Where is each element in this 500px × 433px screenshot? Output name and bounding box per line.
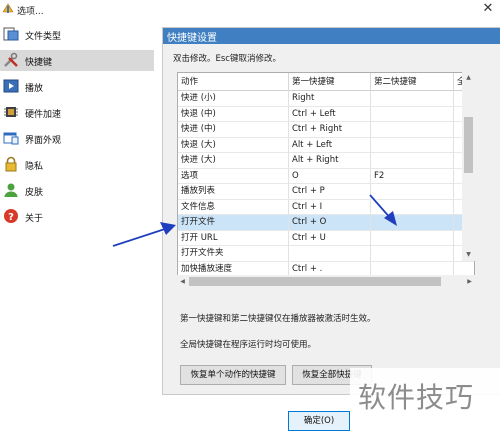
sidebar-item-label: 播放	[25, 84, 44, 94]
chip-icon	[3, 104, 19, 120]
sidebar-item-skin[interactable]: 皮肤	[0, 180, 154, 201]
primary-shortcut-cell[interactable]: Ctrl + P	[289, 184, 371, 199]
secondary-shortcut-cell[interactable]	[371, 199, 454, 215]
sidebar-item-file-types[interactable]: 文件类型	[0, 24, 154, 45]
column-header-primary[interactable]: 第一快捷键	[289, 73, 371, 91]
panel-header: 快捷键设置	[163, 28, 500, 44]
primary-shortcut-cell[interactable]: Ctrl + I	[289, 199, 371, 215]
panel-title: 快捷键设置	[167, 33, 217, 44]
table-row[interactable]: 文件信息 Ctrl + I	[178, 199, 474, 215]
column-header-secondary[interactable]: 第二快捷键	[371, 73, 454, 91]
sidebar-item-label: 隐私	[25, 162, 44, 172]
primary-shortcut-cell[interactable]: Alt + Left	[289, 137, 371, 153]
action-cell[interactable]: 打开文件夹	[178, 246, 289, 261]
table-row[interactable]: 打开 URL Ctrl + U	[178, 230, 474, 246]
sidebar-item-about[interactable]: ? 关于	[0, 206, 154, 227]
secondary-shortcut-cell[interactable]	[371, 246, 454, 261]
sidebar-item-label: 界面外观	[25, 136, 62, 146]
user-skin-icon	[3, 182, 19, 198]
scroll-right-icon[interactable]: ▶	[463, 275, 476, 288]
sidebar-item-play[interactable]: 播放	[0, 76, 154, 97]
secondary-shortcut-cell[interactable]	[371, 137, 454, 153]
scroll-up-icon[interactable]: ▲	[462, 71, 475, 84]
action-cell[interactable]: 加快播放速度	[178, 261, 289, 275]
action-cell[interactable]: 选项	[178, 168, 289, 184]
secondary-shortcut-cell[interactable]	[371, 122, 454, 137]
scroll-thumb[interactable]	[189, 277, 441, 286]
action-cell[interactable]: 快进 (小)	[178, 91, 289, 106]
table-row[interactable]: 快退 (中) Ctrl + Left	[178, 106, 474, 122]
secondary-shortcut-cell[interactable]	[371, 184, 454, 199]
primary-shortcut-cell[interactable]: O	[289, 168, 371, 184]
sidebar-item-label: 文件类型	[25, 32, 62, 42]
scroll-down-icon[interactable]: ▼	[462, 248, 475, 261]
scroll-thumb[interactable]	[464, 117, 473, 173]
action-cell[interactable]: 快进 (中)	[178, 122, 289, 137]
help-icon: ?	[3, 208, 19, 224]
secondary-shortcut-cell[interactable]	[371, 106, 454, 122]
window-appearance-icon	[3, 130, 19, 146]
table-row[interactable]: 快进 (大) Alt + Right	[178, 153, 474, 169]
scroll-left-icon[interactable]: ◀	[176, 275, 189, 288]
sidebar-item-appearance[interactable]: 界面外观	[0, 128, 154, 149]
app-icon	[2, 2, 14, 14]
sidebar-item-hardware-acceleration[interactable]: 硬件加速	[0, 102, 154, 123]
sidebar-item-privacy[interactable]: 隐私	[0, 154, 154, 175]
secondary-shortcut-cell[interactable]	[371, 91, 454, 106]
table-row[interactable]: 打开文件夹	[178, 246, 474, 262]
secondary-shortcut-cell[interactable]	[371, 230, 454, 246]
action-cell[interactable]: 打开 URL	[178, 230, 289, 246]
table-row[interactable]: 播放列表 Ctrl + P	[178, 184, 474, 200]
secondary-shortcut-cell[interactable]	[371, 215, 454, 230]
window-title: 选项...	[17, 7, 44, 17]
action-cell[interactable]: 快退 (中)	[178, 106, 289, 122]
table-row[interactable]: 打开文件 Ctrl + O	[178, 215, 474, 231]
action-cell[interactable]: 文件信息	[178, 199, 289, 215]
column-header-action[interactable]: 动作	[178, 73, 289, 91]
secondary-shortcut-cell[interactable]	[371, 153, 454, 168]
sidebar-item-label: 硬件加速	[25, 110, 62, 120]
vertical-scrollbar[interactable]: ▲ ▼	[462, 71, 475, 275]
action-cell[interactable]: 快退 (大)	[178, 137, 289, 153]
restore-single-shortcut-button[interactable]: 恢复单个动作的快捷键	[180, 365, 286, 385]
sidebar-item-label: 皮肤	[25, 188, 44, 198]
sidebar-item-label: 关于	[25, 214, 44, 224]
table-row[interactable]: 快退 (大) Alt + Left	[178, 137, 474, 153]
secondary-shortcut-cell[interactable]	[371, 261, 454, 275]
sidebar-item-label: 快捷键	[25, 58, 53, 68]
edit-hint: 双击修改。Esc键取消修改。	[173, 54, 281, 64]
table-row[interactable]: 加快播放速度 Ctrl + .	[178, 261, 474, 275]
table-header: 动作 第一快捷键 第二快捷键 全局	[178, 73, 474, 91]
horizontal-scrollbar[interactable]: ◀ ▶	[176, 275, 476, 288]
action-cell[interactable]: 播放列表	[178, 184, 289, 199]
file-types-icon	[3, 26, 19, 42]
table-row[interactable]: 快进 (中) Ctrl + Right	[178, 122, 474, 138]
ok-button[interactable]: 确定(O)	[288, 411, 350, 431]
play-icon	[3, 78, 19, 94]
title-bar: 选项... ✕	[0, 0, 500, 20]
note-global: 全局快捷键在程序运行时均可使用。	[180, 340, 317, 350]
primary-shortcut-cell[interactable]: Ctrl + U	[289, 230, 371, 246]
action-cell[interactable]: 快进 (大)	[178, 153, 289, 168]
primary-shortcut-cell[interactable]: Alt + Right	[289, 153, 371, 168]
primary-shortcut-cell[interactable]: Ctrl + O	[289, 215, 371, 230]
primary-shortcut-cell[interactable]: Ctrl + Left	[289, 106, 371, 122]
watermark: 软件技巧	[358, 381, 475, 414]
sidebar-item-shortcuts[interactable]: 快捷键	[0, 50, 154, 71]
primary-shortcut-cell[interactable]: Right	[289, 91, 371, 106]
svg-text:?: ?	[8, 212, 14, 223]
action-cell[interactable]: 打开文件	[178, 215, 289, 230]
secondary-shortcut-cell[interactable]: F2	[371, 168, 454, 184]
close-icon[interactable]: ✕	[480, 1, 496, 17]
note-activation: 第一快捷键和第二快捷键仅在播放器被激活时生效。	[180, 314, 376, 324]
shortcut-tools-icon	[3, 52, 19, 68]
primary-shortcut-cell[interactable]	[289, 246, 371, 261]
primary-shortcut-cell[interactable]: Ctrl + .	[289, 261, 371, 275]
table-row[interactable]: 快进 (小) Right	[178, 91, 474, 107]
table-row[interactable]: 选项 O F2	[178, 168, 474, 184]
lock-icon	[3, 156, 19, 172]
sidebar: 文件类型 快捷键 播放 硬件加速 界面外观 隐私 皮肤 ? 关于	[0, 20, 155, 433]
shortcut-table[interactable]: 动作 第一快捷键 第二快捷键 全局 快进 (小)Right快退 (中)Ctrl …	[177, 72, 475, 276]
primary-shortcut-cell[interactable]: Ctrl + Right	[289, 122, 371, 137]
